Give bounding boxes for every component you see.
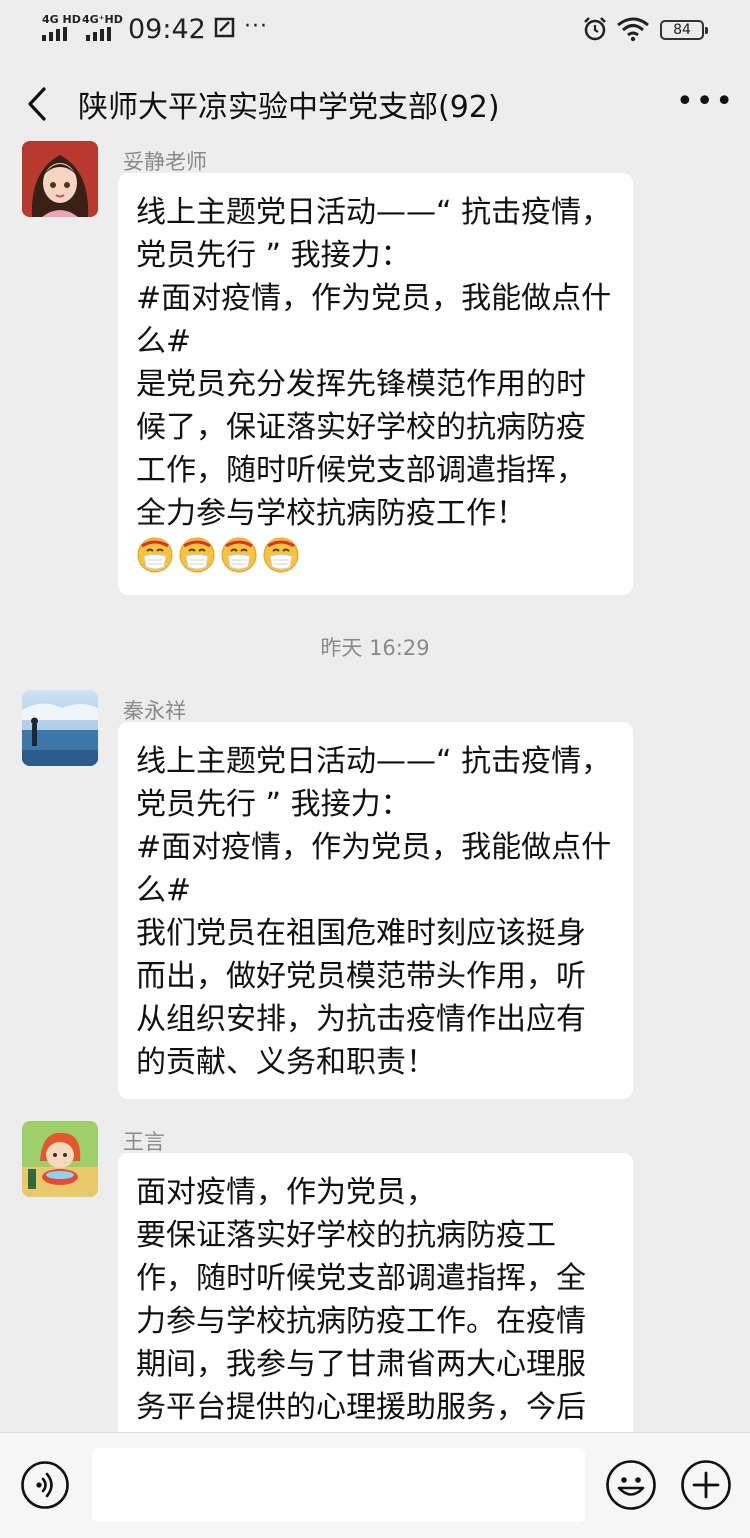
status-bar: 4G HD 4G⁺HD 09:42 ··· 84 [0, 0, 750, 62]
message-bubble[interactable]: 线上主题党日活动——“ 抗击疫情，党员先行 ” 我接力： #面对疫情，作为党员，… [118, 173, 633, 595]
plus-icon[interactable] [680, 1459, 732, 1511]
alarm-icon [584, 17, 606, 41]
chat-title: 陕师大平凉实验中学党支部(92) [78, 90, 500, 125]
message-input[interactable] [92, 1448, 585, 1522]
signal-icon [86, 27, 111, 41]
emoji-face-icon[interactable] [605, 1459, 657, 1511]
status-time: 09:42 [128, 14, 206, 45]
message-bubble[interactable]: 线上主题党日活动——“ 抗击疫情，党员先行 ” 我接力： #面对疫情，作为党员，… [118, 722, 633, 1099]
voice-icon[interactable] [20, 1460, 70, 1510]
back-arrow-icon[interactable] [22, 86, 52, 122]
avatar[interactable] [22, 1121, 98, 1197]
message-bubble[interactable]: 面对疫情，作为党员， 要保证落实好学校的抗病防疫工作，随时听候党支部调遣指挥，全… [118, 1153, 633, 1468]
mask-emoji-group [136, 537, 304, 574]
avatar[interactable] [22, 141, 98, 217]
mask-face-emoji-icon [179, 537, 215, 573]
more-icon[interactable]: ••• [676, 84, 735, 119]
signal-icon [42, 27, 67, 41]
mask-face-emoji-icon [263, 537, 299, 573]
chat-timestamp: 昨天 16:29 [320, 636, 430, 660]
message-text: 面对疫情，作为党员， 要保证落实好学校的抗病防疫工作，随时听候党支部调遣指挥，全… [136, 1175, 586, 1468]
message-text: 线上主题党日活动——“ 抗击疫情，党员先行 ” 我接力： #面对疫情，作为党员，… [136, 195, 612, 531]
wifi-icon [617, 17, 649, 42]
sim2-network-label: 4G⁺HD [82, 13, 123, 26]
input-bar [0, 1432, 750, 1538]
mask-face-emoji-icon [137, 537, 173, 573]
mask-face-emoji-icon [221, 537, 257, 573]
chat-header: 陕师大平凉实验中学党支部(92) ••• [0, 62, 750, 148]
more-notifications-icon: ··· [244, 14, 268, 39]
avatar[interactable] [22, 690, 98, 766]
sender-name: 王言 [123, 1130, 165, 1154]
message-text: 线上主题党日活动——“ 抗击疫情，党员先行 ” 我接力： #面对疫情，作为党员，… [136, 744, 612, 1080]
sender-name: 妥静老师 [123, 150, 207, 174]
sim1-network-label: 4G HD [42, 13, 81, 26]
battery-icon: 84 [660, 20, 708, 40]
screenshot-icon [214, 17, 235, 38]
sender-name: 秦永祥 [123, 699, 186, 723]
